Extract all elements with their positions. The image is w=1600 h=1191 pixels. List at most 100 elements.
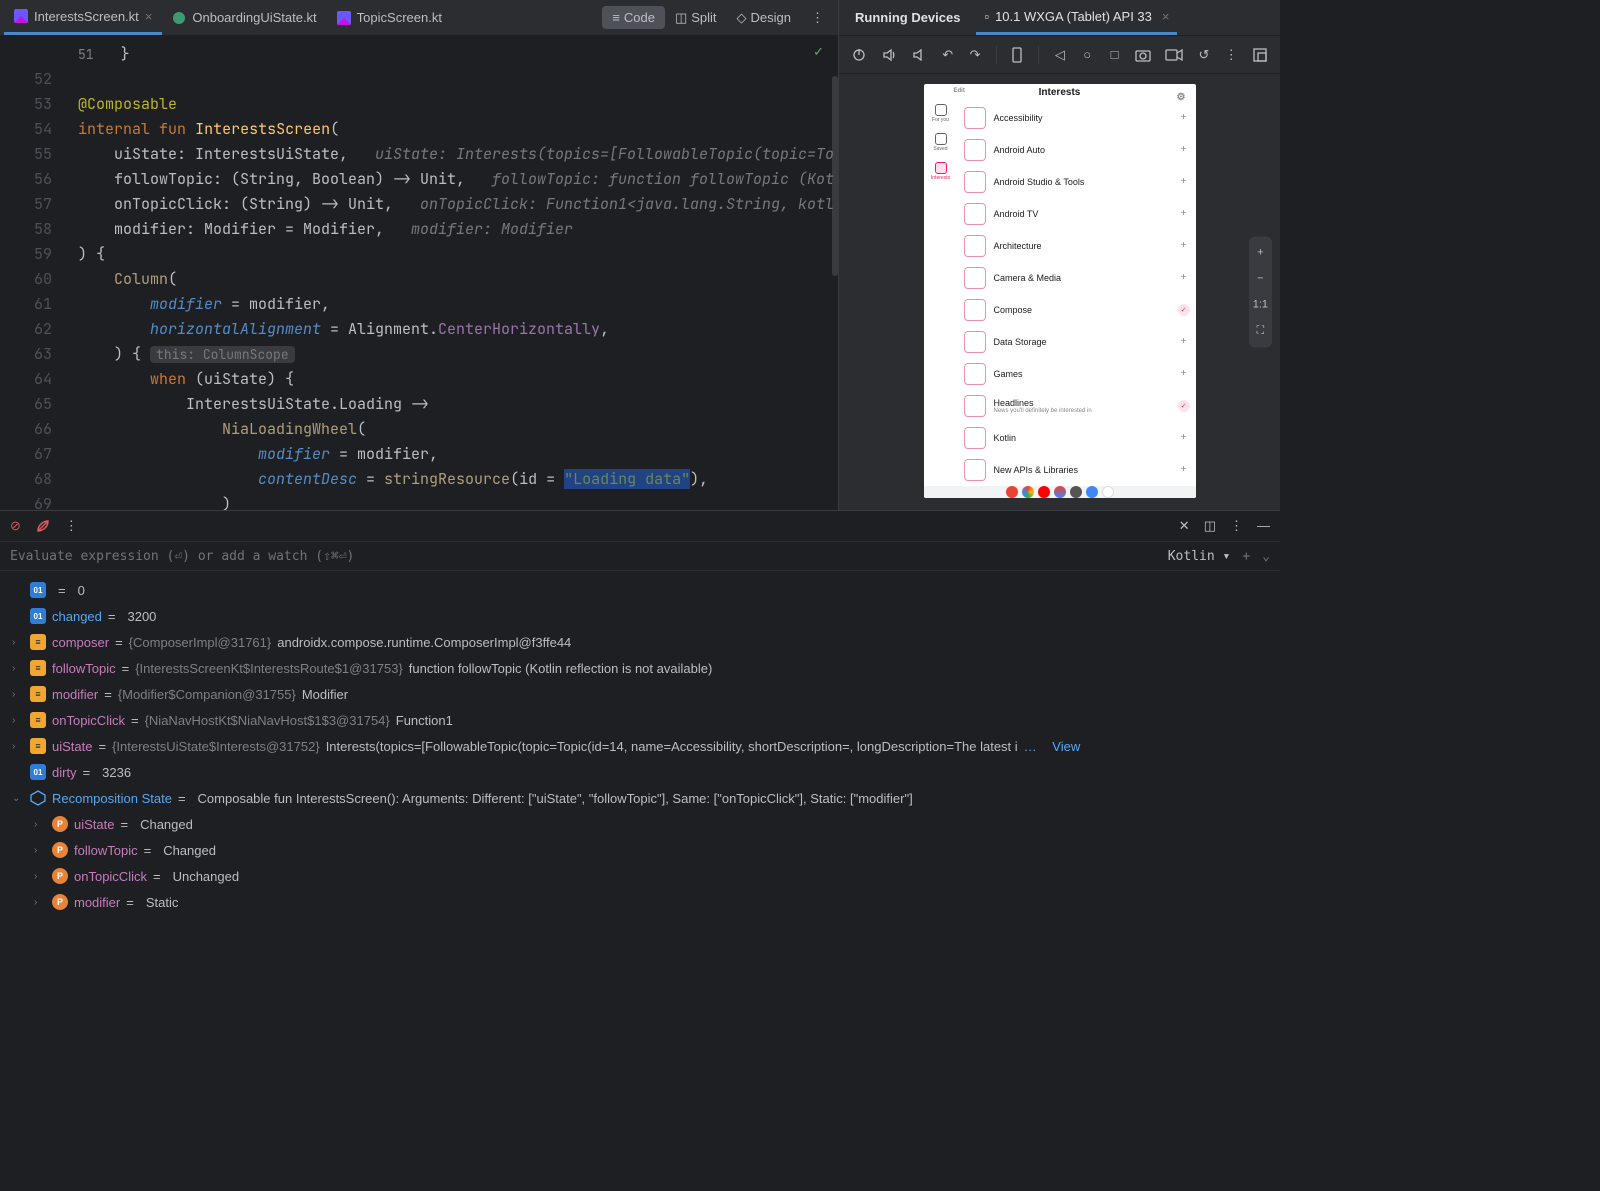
var-row[interactable]: › P onTopicClick = Unchanged bbox=[0, 863, 1280, 889]
topic-row[interactable]: HeadlinesNews you'll definitely be inter… bbox=[964, 390, 1190, 422]
var-row[interactable]: ⌄ Recomposition State = Composable fun I… bbox=[0, 785, 1280, 811]
close-icon[interactable]: × bbox=[1162, 9, 1170, 24]
chevron-down-icon[interactable]: ⌄ bbox=[1262, 549, 1270, 564]
add-icon[interactable]: + bbox=[1178, 336, 1190, 348]
camera-icon[interactable] bbox=[1135, 46, 1151, 64]
tab-label: OnboardingUiState.kt bbox=[192, 10, 316, 25]
close-icon[interactable]: × bbox=[145, 9, 153, 24]
variables-tree[interactable]: 01 = 0 01 changed = 3200 › ≡ composer = … bbox=[0, 571, 1280, 952]
expand-arrow[interactable]: › bbox=[34, 819, 46, 830]
bug-icon[interactable]: ⊘ bbox=[10, 518, 21, 534]
running-devices-tab[interactable]: Running Devices bbox=[847, 0, 968, 35]
var-row[interactable]: › ≡ onTopicClick = {NiaNavHostKt$NiaNavH… bbox=[0, 707, 1280, 733]
more-icon[interactable]: ⋮ bbox=[1225, 46, 1238, 64]
expand-arrow[interactable]: › bbox=[12, 637, 24, 648]
add-icon[interactable]: + bbox=[1178, 208, 1190, 220]
more-icon[interactable]: ⋮ bbox=[1230, 518, 1243, 534]
topic-list[interactable]: Accessibility + Android Auto + Android S… bbox=[958, 102, 1196, 486]
nav-item[interactable]: For you bbox=[930, 104, 952, 123]
var-name: onTopicClick bbox=[52, 713, 125, 728]
topic-row[interactable]: Accessibility + bbox=[964, 102, 1190, 134]
rotate-right-icon[interactable]: ↷ bbox=[968, 46, 981, 64]
topic-row[interactable]: Kotlin + bbox=[964, 422, 1190, 454]
add-icon[interactable]: + bbox=[1178, 144, 1190, 156]
expand-arrow[interactable]: › bbox=[12, 715, 24, 726]
watch-input[interactable]: Evaluate expression (⏎) or add a watch (… bbox=[0, 541, 1280, 571]
tab-topic[interactable]: TopicScreen.kt bbox=[327, 0, 452, 35]
tab-label: TopicScreen.kt bbox=[357, 10, 442, 25]
var-row[interactable]: › ≡ modifier = {Modifier$Companion@31755… bbox=[0, 681, 1280, 707]
add-icon[interactable]: + bbox=[1178, 112, 1190, 124]
tab-onboarding[interactable]: OnboardingUiState.kt bbox=[162, 0, 326, 35]
add-icon[interactable]: + bbox=[1178, 176, 1190, 188]
history-icon[interactable]: ↺ bbox=[1197, 46, 1210, 64]
var-row[interactable]: › ≡ composer = {ComposerImpl@31761} andr… bbox=[0, 629, 1280, 655]
view-split-button[interactable]: ◫Split bbox=[665, 6, 727, 30]
var-row[interactable]: › ≡ followTopic = {InterestsScreenKt$Int… bbox=[0, 655, 1280, 681]
lang-select[interactable]: Kotlin ▾ bbox=[1168, 549, 1231, 564]
topic-row[interactable]: Android Auto + bbox=[964, 134, 1190, 166]
expand-icon[interactable] bbox=[1252, 46, 1268, 64]
var-row[interactable]: 01 = 0 bbox=[0, 577, 1280, 603]
zoom-actual-button[interactable]: 1:1 bbox=[1253, 299, 1268, 311]
topic-row[interactable]: Compose ✓ bbox=[964, 294, 1190, 326]
editor-area[interactable]: ✓ 52535455565758596061626364656667686970… bbox=[0, 36, 838, 510]
zoom-out-button[interactable]: − bbox=[1257, 273, 1263, 285]
expand-arrow[interactable]: › bbox=[34, 871, 46, 882]
var-row[interactable]: › P modifier = Static bbox=[0, 889, 1280, 915]
gear-icon[interactable]: ⚙ bbox=[1177, 92, 1186, 103]
back-icon[interactable]: ◁ bbox=[1053, 46, 1066, 64]
add-watch-button[interactable]: + bbox=[1242, 549, 1250, 564]
topic-row[interactable]: New APIs & Libraries + bbox=[964, 454, 1190, 486]
var-row[interactable]: › P uiState = Changed bbox=[0, 811, 1280, 837]
close-icon[interactable]: ✕ bbox=[1179, 518, 1190, 534]
overview-icon[interactable]: □ bbox=[1108, 46, 1121, 64]
add-icon[interactable]: + bbox=[1178, 272, 1190, 284]
more-icon[interactable]: ⋮ bbox=[65, 518, 78, 534]
view-design-button[interactable]: ◇Design bbox=[727, 6, 801, 30]
var-row[interactable]: › ≡ uiState = {InterestsUiState$Interest… bbox=[0, 733, 1280, 759]
add-icon[interactable]: + bbox=[1178, 432, 1190, 444]
phone-icon[interactable] bbox=[1010, 46, 1024, 64]
add-icon[interactable]: + bbox=[1178, 464, 1190, 476]
add-icon[interactable]: + bbox=[1178, 240, 1190, 252]
power-icon[interactable] bbox=[851, 46, 867, 64]
minimize-icon[interactable]: — bbox=[1257, 518, 1270, 534]
expand-arrow[interactable]: ⌄ bbox=[12, 793, 24, 804]
topic-row[interactable]: Android TV + bbox=[964, 198, 1190, 230]
zoom-fit-button[interactable]: ⛶ bbox=[1257, 325, 1265, 338]
record-icon[interactable] bbox=[1165, 46, 1183, 64]
expand-arrow[interactable]: › bbox=[34, 845, 46, 856]
volume-up-icon[interactable] bbox=[881, 46, 897, 64]
code-content[interactable]: 51 } @Composable internal fun InterestsS… bbox=[64, 36, 838, 510]
view-link[interactable]: View bbox=[1052, 739, 1080, 754]
device-toolbar: ↶ ↷ ◁ ○ □ ↺ ⋮ bbox=[839, 36, 1280, 74]
more-icon[interactable]: ⋮ bbox=[801, 10, 834, 26]
topic-row[interactable]: Data Storage + bbox=[964, 326, 1190, 358]
zoom-in-button[interactable]: + bbox=[1257, 247, 1263, 259]
view-code-button[interactable]: ≡Code bbox=[602, 6, 665, 29]
topic-row[interactable]: Architecture + bbox=[964, 230, 1190, 262]
topic-row[interactable]: Games + bbox=[964, 358, 1190, 390]
device-instance-tab[interactable]: ▫ 10.1 WXGA (Tablet) API 33 × bbox=[976, 0, 1177, 35]
rotate-left-icon[interactable]: ↶ bbox=[941, 46, 954, 64]
expand-arrow[interactable]: › bbox=[12, 741, 24, 752]
nav-item[interactable]: Saved bbox=[930, 133, 952, 152]
var-row[interactable]: 01 dirty = 3236 bbox=[0, 759, 1280, 785]
add-icon[interactable]: + bbox=[1178, 368, 1190, 380]
expand-arrow[interactable]: › bbox=[12, 663, 24, 674]
emulator-screen[interactable]: Edit Interests ⚙ For youSavedInterests A… bbox=[924, 84, 1196, 498]
topic-row[interactable]: Camera & Media + bbox=[964, 262, 1190, 294]
var-row[interactable]: › P followTopic = Changed bbox=[0, 837, 1280, 863]
expand-arrow[interactable]: › bbox=[12, 689, 24, 700]
home-icon[interactable]: ○ bbox=[1081, 46, 1094, 64]
nav-item[interactable]: Interests bbox=[930, 162, 952, 181]
tab-interests[interactable]: InterestsScreen.kt × bbox=[4, 0, 162, 35]
volume-down-icon[interactable] bbox=[911, 46, 927, 64]
var-name: uiState bbox=[52, 739, 92, 754]
leaf-icon[interactable] bbox=[35, 518, 51, 534]
topic-row[interactable]: Android Studio & Tools + bbox=[964, 166, 1190, 198]
var-row[interactable]: 01 changed = 3200 bbox=[0, 603, 1280, 629]
layout-icon[interactable]: ◫ bbox=[1204, 518, 1216, 534]
expand-arrow[interactable]: › bbox=[34, 897, 46, 908]
